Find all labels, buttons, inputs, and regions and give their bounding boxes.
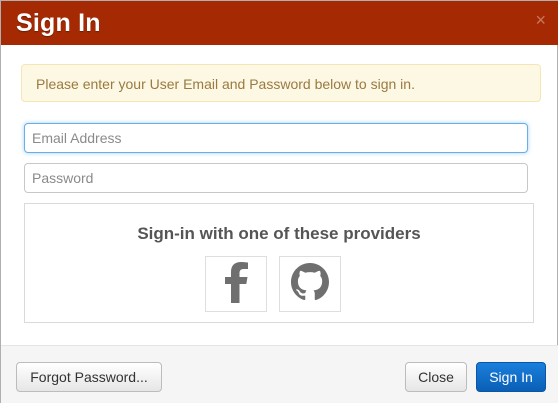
github-sign-in-button[interactable] (279, 256, 341, 312)
dialog-footer: Forgot Password... Close Sign In (1, 345, 558, 403)
github-icon (291, 262, 329, 306)
facebook-sign-in-button[interactable] (205, 256, 267, 312)
sign-in-dialog: Sign In × Please enter your User Email a… (0, 0, 558, 403)
password-field[interactable] (24, 163, 528, 193)
forgot-password-button[interactable]: Forgot Password... (16, 362, 162, 392)
close-button[interactable]: Close (405, 362, 467, 392)
providers-panel: Sign-in with one of these providers (24, 203, 534, 323)
providers-heading: Sign-in with one of these providers (137, 224, 421, 243)
close-icon[interactable]: × (535, 11, 546, 29)
info-alert: Please enter your User Email and Passwor… (21, 64, 541, 102)
dialog-title: Sign In (16, 9, 101, 37)
email-field[interactable] (24, 123, 528, 153)
dialog-header: Sign In × (1, 1, 558, 45)
sign-in-button[interactable]: Sign In (476, 362, 546, 392)
facebook-icon (223, 261, 249, 308)
